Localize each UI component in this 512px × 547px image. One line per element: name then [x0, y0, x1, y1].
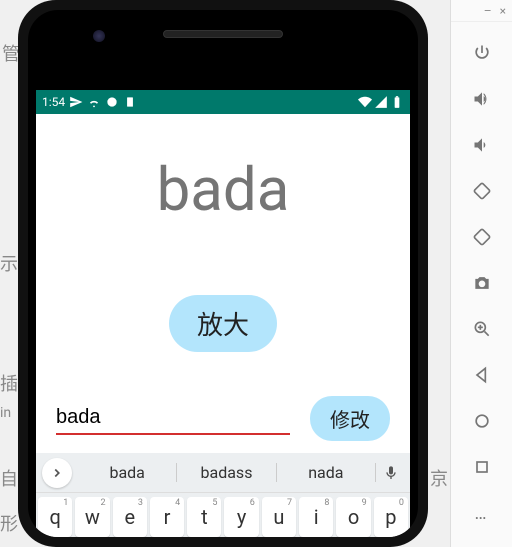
text-input-wrap [56, 402, 290, 435]
rotate-right-icon[interactable] [471, 226, 493, 248]
bg-text: 插 [0, 370, 18, 396]
chevron-right-icon[interactable] [42, 458, 72, 488]
zoom-button[interactable]: 放大 [169, 295, 277, 352]
bg-text: in [0, 405, 11, 421]
keyboard-row-1: q1 w2 e3 r4 t5 y6 u7 i8 o9 p0 [36, 493, 410, 537]
volume-down-icon[interactable] [471, 134, 493, 156]
input-row: 修改 [36, 388, 410, 453]
more-icon[interactable]: … [471, 502, 493, 524]
key-r[interactable]: r4 [150, 497, 184, 537]
status-bar: 1:54 [36, 90, 410, 114]
close-button[interactable]: × [500, 4, 506, 18]
signal-icon [374, 95, 388, 109]
volume-up-icon[interactable] [471, 88, 493, 110]
power-icon[interactable] [471, 42, 493, 64]
bg-text: 京 [430, 465, 448, 491]
key-w[interactable]: w2 [75, 497, 109, 537]
app-content: bada 放大 修改 [36, 114, 410, 453]
key-o[interactable]: o9 [336, 497, 370, 537]
bg-text: 自 [0, 465, 18, 491]
circle-icon [105, 95, 119, 109]
phone-frame: 1:54 [18, 0, 428, 547]
key-y[interactable]: y6 [224, 497, 258, 537]
overview-icon[interactable] [471, 456, 493, 478]
phone-camera [93, 30, 105, 42]
status-time: 1:54 [42, 95, 65, 109]
battery-icon [390, 95, 404, 109]
key-i[interactable]: i8 [299, 497, 333, 537]
minimize-button[interactable]: – [484, 4, 492, 18]
emulator-panel: – × … [450, 0, 512, 547]
keyboard: bada badass nada q1 w2 e3 r4 t5 y6 u7 i8 [36, 453, 410, 537]
modify-button[interactable]: 修改 [310, 396, 390, 441]
key-p[interactable]: p0 [374, 497, 408, 537]
back-icon[interactable] [471, 364, 493, 386]
key-q[interactable]: q1 [38, 497, 72, 537]
suggestion-3[interactable]: nada [277, 463, 376, 482]
doc-icon [123, 95, 137, 109]
wifi-icon [358, 95, 372, 109]
panel-header: – × [451, 0, 512, 22]
rotate-left-icon[interactable] [471, 180, 493, 202]
text-input[interactable] [56, 402, 290, 435]
screenshot-icon[interactable] [471, 272, 493, 294]
paperplane-icon [69, 95, 83, 109]
status-left: 1:54 [42, 95, 137, 109]
phone-screen: 1:54 [36, 90, 410, 537]
phone-bezel: 1:54 [28, 10, 418, 537]
home-icon[interactable] [471, 410, 493, 432]
suggestion-2[interactable]: badass [177, 463, 276, 482]
phone-speaker [163, 30, 283, 38]
suggestion-1[interactable]: bada [78, 463, 177, 482]
wifi-icon [87, 95, 101, 109]
zoom-in-icon[interactable] [471, 318, 493, 340]
bg-text: 形 [0, 510, 18, 536]
mic-icon[interactable] [376, 465, 406, 481]
key-t[interactable]: t5 [187, 497, 221, 537]
display-text: bada [157, 154, 290, 225]
status-right [358, 95, 404, 109]
suggestion-row: bada badass nada [36, 453, 410, 493]
panel-icons: … [451, 22, 512, 547]
key-u[interactable]: u7 [262, 497, 296, 537]
key-e[interactable]: e3 [113, 497, 147, 537]
